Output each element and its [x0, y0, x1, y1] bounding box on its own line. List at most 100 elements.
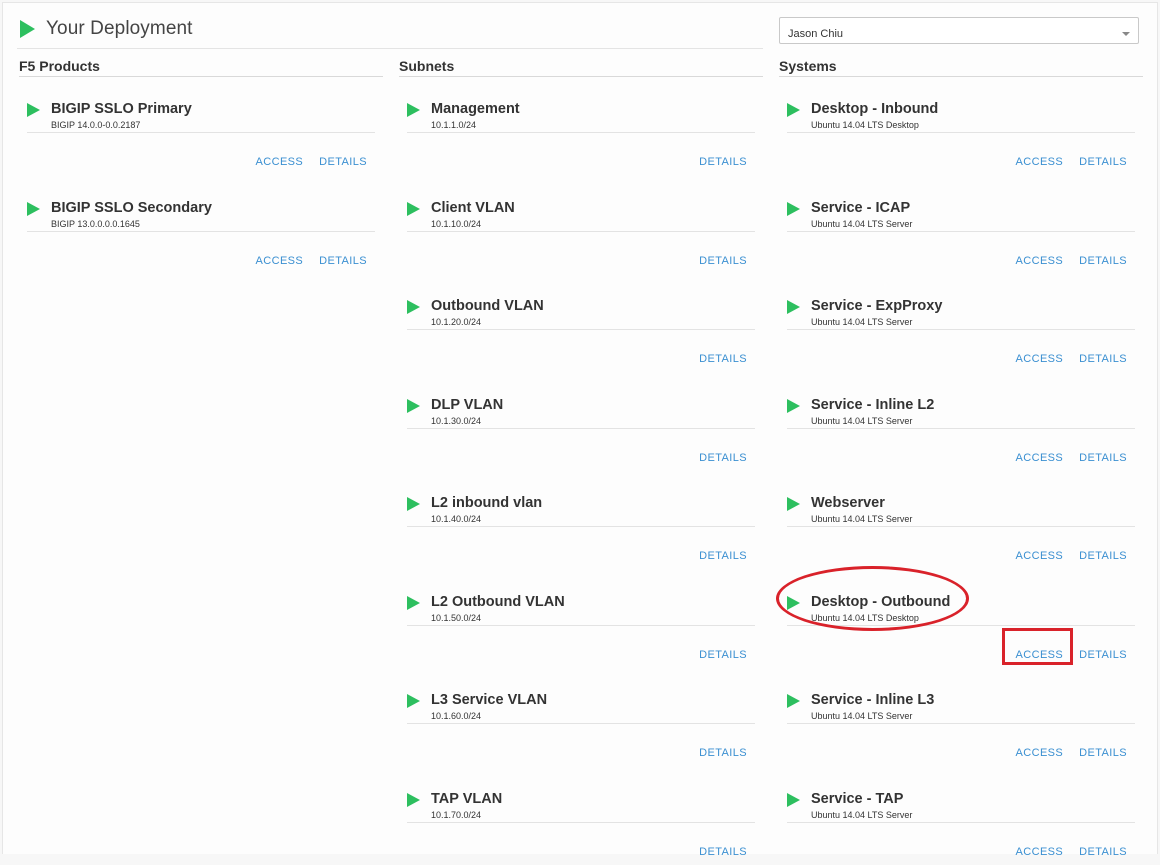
- details-link[interactable]: DETAILS: [1079, 550, 1127, 562]
- play-icon: [787, 202, 800, 216]
- card-title: BIGIP SSLO Primary: [51, 101, 192, 117]
- access-link[interactable]: ACCESS: [1016, 747, 1064, 759]
- details-link[interactable]: DETAILS: [319, 255, 367, 267]
- page-title: Your Deployment: [46, 18, 193, 40]
- access-link[interactable]: ACCESS: [256, 255, 304, 267]
- play-icon: [407, 694, 420, 708]
- subnet-card: TAP VLAN 10.1.70.0/24 DETAILS: [399, 767, 763, 865]
- details-link[interactable]: DETAILS: [699, 255, 747, 267]
- access-link[interactable]: ACCESS: [1016, 452, 1064, 464]
- details-link[interactable]: DETAILS: [319, 156, 367, 168]
- card-subtitle: Ubuntu 14.04 LTS Server: [811, 219, 912, 229]
- card-actions: DETAILS: [699, 846, 747, 858]
- access-link[interactable]: ACCESS: [1016, 156, 1064, 168]
- access-link[interactable]: ACCESS: [1016, 846, 1064, 858]
- card-actions: ACCESS DETAILS: [1016, 550, 1127, 562]
- card-actions: ACCESS DETAILS: [256, 156, 367, 168]
- card-title: Service - ICAP: [811, 200, 910, 216]
- card-title: Outbound VLAN: [431, 298, 544, 314]
- details-link[interactable]: DETAILS: [1079, 255, 1127, 267]
- card-header[interactable]: BIGIP SSLO Secondary BIGIP 13.0.0.0.0.16…: [27, 188, 375, 232]
- card-header[interactable]: Service - Inline L3 Ubuntu 14.04 LTS Ser…: [787, 680, 1135, 724]
- product-card: BIGIP SSLO Secondary BIGIP 13.0.0.0.0.16…: [19, 176, 383, 275]
- details-link[interactable]: DETAILS: [699, 452, 747, 464]
- play-icon: [407, 596, 420, 610]
- card-header[interactable]: Service - Inline L2 Ubuntu 14.04 LTS Ser…: [787, 385, 1135, 429]
- card-header[interactable]: TAP VLAN 10.1.70.0/24: [407, 779, 755, 823]
- card-actions: DETAILS: [699, 452, 747, 464]
- access-link[interactable]: ACCESS: [256, 156, 304, 168]
- card-title: L2 Outbound VLAN: [431, 594, 565, 610]
- card-title: Client VLAN: [431, 200, 515, 216]
- card-actions: DETAILS: [699, 649, 747, 661]
- details-link[interactable]: DETAILS: [1079, 353, 1127, 365]
- card-title: TAP VLAN: [431, 791, 502, 807]
- details-link[interactable]: DETAILS: [1079, 846, 1127, 858]
- access-link[interactable]: ACCESS: [1016, 255, 1064, 267]
- details-link[interactable]: DETAILS: [1079, 649, 1127, 661]
- card-actions: DETAILS: [699, 353, 747, 365]
- play-icon: [407, 202, 420, 216]
- system-card: Service - TAP Ubuntu 14.04 LTS Server AC…: [779, 767, 1143, 865]
- card-actions: ACCESS DETAILS: [1016, 846, 1127, 858]
- user-select[interactable]: Jason Chiu: [779, 17, 1139, 44]
- card-header[interactable]: Desktop - Inbound Ubuntu 14.04 LTS Deskt…: [787, 89, 1135, 133]
- card-header[interactable]: Service - ExpProxy Ubuntu 14.04 LTS Serv…: [787, 286, 1135, 330]
- card-header[interactable]: Service - TAP Ubuntu 14.04 LTS Server: [787, 779, 1135, 823]
- access-link[interactable]: ACCESS: [1016, 353, 1064, 365]
- subnet-card: L2 inbound vlan 10.1.40.0/24 DETAILS: [399, 471, 763, 570]
- card-subtitle: Ubuntu 14.04 LTS Server: [811, 711, 912, 721]
- card-actions: ACCESS DETAILS: [1016, 747, 1127, 759]
- play-icon: [787, 399, 800, 413]
- card-header[interactable]: Outbound VLAN 10.1.20.0/24: [407, 286, 755, 330]
- products-column: F5 Products BIGIP SSLO Primary BIGIP 14.…: [19, 56, 383, 274]
- play-icon: [407, 103, 420, 117]
- system-card: Webserver Ubuntu 14.04 LTS Server ACCESS…: [779, 471, 1143, 570]
- details-link[interactable]: DETAILS: [699, 156, 747, 168]
- card-title: DLP VLAN: [431, 397, 503, 413]
- subnet-card: L3 Service VLAN 10.1.60.0/24 DETAILS: [399, 668, 763, 767]
- card-subtitle: BIGIP 14.0.0-0.0.2187: [51, 120, 140, 130]
- play-icon: [27, 202, 40, 216]
- details-link[interactable]: DETAILS: [699, 747, 747, 759]
- subnet-card: L2 Outbound VLAN 10.1.50.0/24 DETAILS: [399, 570, 763, 669]
- card-header[interactable]: Management 10.1.1.0/24: [407, 89, 755, 133]
- page-header: Your Deployment: [20, 17, 193, 41]
- details-link[interactable]: DETAILS: [699, 846, 747, 858]
- card-header[interactable]: L3 Service VLAN 10.1.60.0/24: [407, 680, 755, 724]
- card-actions: DETAILS: [699, 747, 747, 759]
- card-actions: ACCESS DETAILS: [1016, 649, 1127, 661]
- products-column-title: F5 Products: [19, 56, 383, 77]
- details-link[interactable]: DETAILS: [699, 550, 747, 562]
- card-header[interactable]: L2 inbound vlan 10.1.40.0/24: [407, 483, 755, 527]
- card-header[interactable]: BIGIP SSLO Primary BIGIP 14.0.0-0.0.2187: [27, 89, 375, 133]
- details-link[interactable]: DETAILS: [699, 649, 747, 661]
- card-title: Service - Inline L2: [811, 397, 934, 413]
- play-icon: [407, 793, 420, 807]
- card-actions: ACCESS DETAILS: [1016, 255, 1127, 267]
- play-icon: [787, 596, 800, 610]
- card-header[interactable]: Desktop - Outbound Ubuntu 14.04 LTS Desk…: [787, 582, 1135, 626]
- card-header[interactable]: Service - ICAP Ubuntu 14.04 LTS Server: [787, 188, 1135, 232]
- card-header[interactable]: Client VLAN 10.1.10.0/24: [407, 188, 755, 232]
- details-link[interactable]: DETAILS: [1079, 156, 1127, 168]
- system-card: Service - ExpProxy Ubuntu 14.04 LTS Serv…: [779, 274, 1143, 373]
- details-link[interactable]: DETAILS: [699, 353, 747, 365]
- card-subtitle: Ubuntu 14.04 LTS Server: [811, 514, 912, 524]
- card-subtitle: 10.1.50.0/24: [431, 613, 481, 623]
- card-header[interactable]: Webserver Ubuntu 14.04 LTS Server: [787, 483, 1135, 527]
- access-link[interactable]: ACCESS: [1016, 649, 1064, 661]
- details-link[interactable]: DETAILS: [1079, 747, 1127, 759]
- card-header[interactable]: L2 Outbound VLAN 10.1.50.0/24: [407, 582, 755, 626]
- card-header[interactable]: DLP VLAN 10.1.30.0/24: [407, 385, 755, 429]
- card-subtitle: 10.1.10.0/24: [431, 219, 481, 229]
- card-actions: DETAILS: [699, 156, 747, 168]
- card-subtitle: 10.1.60.0/24: [431, 711, 481, 721]
- card-subtitle: Ubuntu 14.04 LTS Desktop: [811, 613, 919, 623]
- card-subtitle: Ubuntu 14.04 LTS Server: [811, 416, 912, 426]
- card-title: BIGIP SSLO Secondary: [51, 200, 212, 216]
- card-title: Desktop - Inbound: [811, 101, 938, 117]
- details-link[interactable]: DETAILS: [1079, 452, 1127, 464]
- access-link[interactable]: ACCESS: [1016, 550, 1064, 562]
- card-subtitle: Ubuntu 14.04 LTS Desktop: [811, 120, 919, 130]
